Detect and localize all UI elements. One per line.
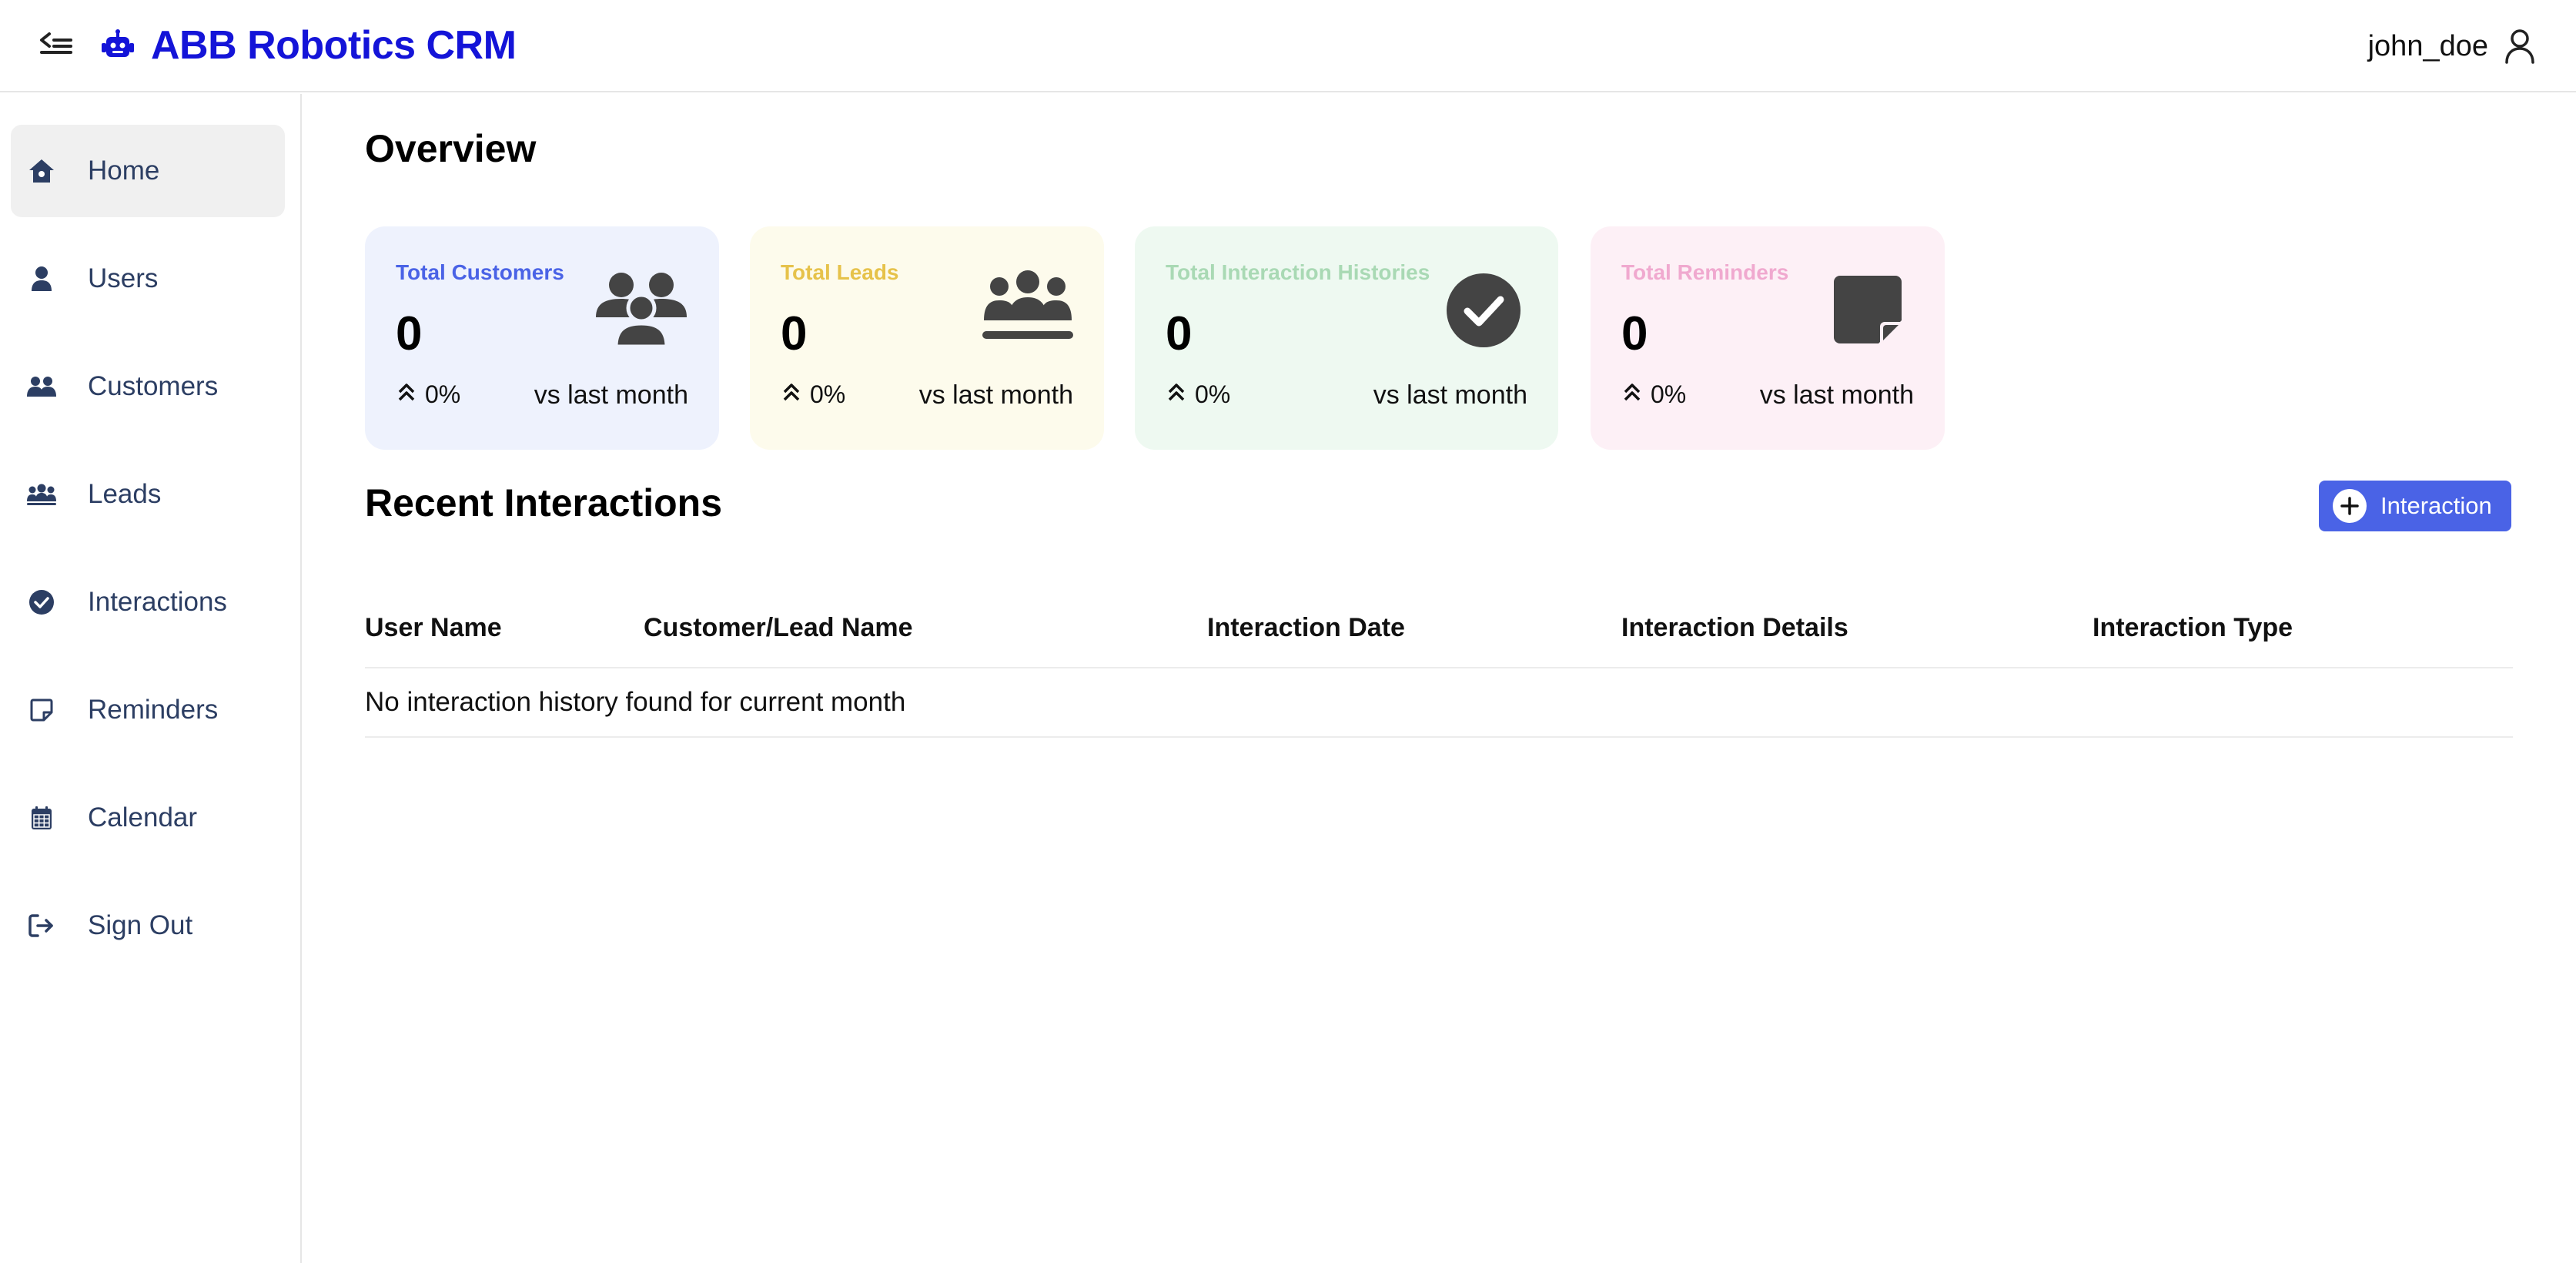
double-chevron-up-icon [1166,380,1187,409]
stat-card-customers: Total Customers 0 0% vs last month [365,226,719,450]
table-header: User Name Customer/Lead Name Interaction… [365,595,2513,668]
sidebar-item-home[interactable]: Home [11,125,285,217]
column-header-interaction-details[interactable]: Interaction Details [1621,613,1848,643]
sidebar-item-label: Customers [88,371,219,401]
add-interaction-button[interactable]: Interaction [2319,481,2511,531]
column-header-interaction-type[interactable]: Interaction Type [2093,613,2293,643]
sidebar-item-reminders[interactable]: Reminders [11,664,285,756]
sidebar-item-calendar[interactable]: Calendar [11,772,285,864]
robot-icon [100,28,135,63]
calendar-icon [26,802,57,833]
check-circle-icon [1446,273,1521,352]
card-title: Total Interaction Histories [1166,260,1430,284]
people-group-icon [981,270,1075,347]
card-title: Total Leads [781,260,899,284]
card-comparison: vs last month [1759,380,1914,410]
sidebar-item-customers[interactable]: Customers [11,340,285,433]
card-value: 0 [781,307,808,360]
double-chevron-up-icon [396,380,417,409]
sidebar-item-label: Sign Out [88,910,193,940]
card-change: 0% [396,380,460,409]
column-header-customer-lead-name[interactable]: Customer/Lead Name [644,613,913,643]
sign-out-icon [26,910,57,941]
sidebar-item-users[interactable]: Users [11,233,285,325]
stat-card-reminders: Total Reminders 0 0% vs last month [1591,226,1945,450]
card-value: 0 [1166,307,1193,360]
card-title: Total Reminders [1621,260,1789,284]
sidebar-item-label: Reminders [88,695,219,725]
double-chevron-up-icon [781,380,802,409]
collapse-sidebar-icon[interactable] [38,29,74,60]
sidebar-item-label: Calendar [88,802,198,833]
user-menu[interactable]: john_doe [2368,22,2538,71]
interactions-table: User Name Customer/Lead Name Interaction… [365,595,2513,738]
card-value: 0 [396,307,423,360]
double-chevron-up-icon [1621,380,1643,409]
sticky-note-icon [26,695,57,725]
sidebar-item-label: Users [88,263,159,293]
card-comparison: vs last month [534,380,688,410]
user-icon [26,263,57,294]
column-header-user-name[interactable]: User Name [365,613,502,643]
card-change-value: 0% [425,380,461,408]
add-interaction-label: Interaction [2380,492,2492,519]
card-change-value: 0% [1651,380,1687,408]
sidebar: Home Users Customers Leads Interactions … [0,94,302,1263]
overview-title: Overview [365,127,537,170]
home-icon [26,156,57,186]
recent-interactions-title: Recent Interactions [365,481,723,524]
users-icon [594,270,688,350]
sidebar-item-label: Interactions [88,587,227,617]
sidebar-item-label: Home [88,156,160,186]
card-value: 0 [1621,307,1648,360]
empty-state-message: No interaction history found for current… [365,687,906,717]
username: john_doe [2367,29,2488,62]
customers-icon [26,371,57,402]
card-change: 0% [1166,380,1230,409]
top-header: ABB Robotics CRM john_doe [0,0,2576,92]
leads-icon [26,479,57,510]
sticky-note-icon [1834,276,1902,347]
sidebar-item-interactions[interactable]: Interactions [11,556,285,648]
check-circle-icon [26,587,57,618]
card-change: 0% [781,380,845,409]
sidebar-item-label: Leads [88,479,162,509]
card-change: 0% [1621,380,1686,409]
card-change-value: 0% [810,380,846,408]
card-title: Total Customers [396,260,564,284]
card-change-value: 0% [1195,380,1231,408]
plus-circle-icon [2333,489,2367,523]
brand-title: ABB Robotics CRM [151,23,517,68]
card-comparison: vs last month [1373,380,1527,410]
main-content: Overview Total Customers 0 0% vs last mo… [302,94,2576,1263]
stat-card-leads: Total Leads 0 0% vs last month [750,226,1104,450]
sidebar-item-leads[interactable]: Leads [11,448,285,541]
column-header-interaction-date[interactable]: Interaction Date [1207,613,1405,643]
table-row: No interaction history found for current… [365,668,2513,738]
brand[interactable]: ABB Robotics CRM [100,20,517,71]
sidebar-item-sign-out[interactable]: Sign Out [11,879,285,972]
stat-card-interaction-histories: Total Interaction Histories 0 0% vs last… [1135,226,1558,450]
user-profile-icon[interactable] [2502,27,2538,65]
card-comparison: vs last month [918,380,1073,410]
